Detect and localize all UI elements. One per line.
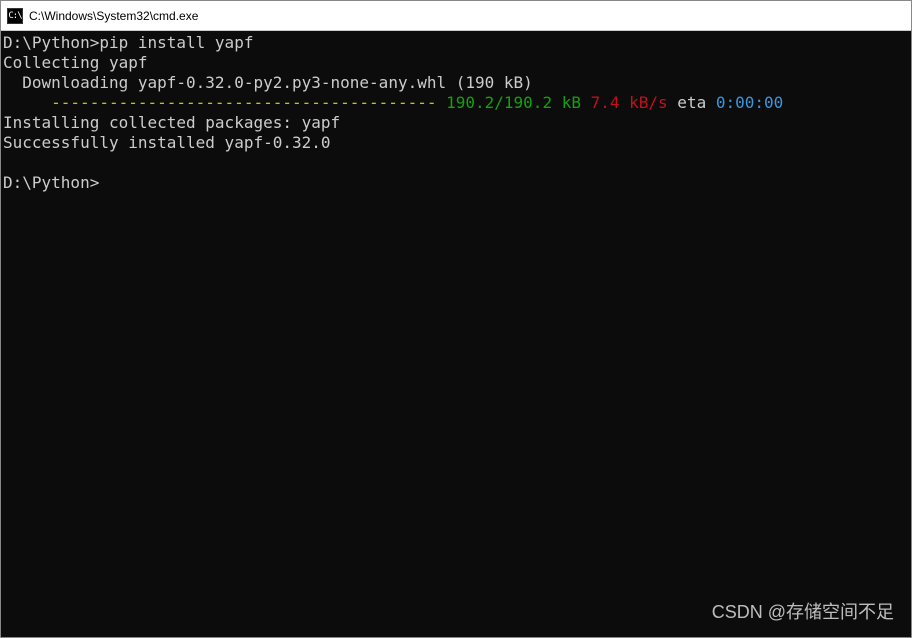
progress-size: 190.2/190.2 kB — [446, 93, 581, 112]
progress-eta-label: eta — [668, 93, 716, 112]
output-installing: Installing collected packages: yapf — [3, 113, 909, 133]
window-title: C:\Windows\System32\cmd.exe — [29, 9, 198, 23]
blank-line — [3, 153, 909, 173]
titlebar[interactable]: C:\ C:\Windows\System32\cmd.exe — [1, 1, 911, 31]
progress-bar: ---------------------------------------- — [51, 93, 446, 112]
output-collecting: Collecting yapf — [3, 53, 909, 73]
terminal-output[interactable]: D:\Python>pip install yapfCollecting yap… — [1, 31, 911, 637]
prompt: D:\Python> — [3, 173, 99, 192]
cmd-window: C:\ C:\Windows\System32\cmd.exe D:\Pytho… — [0, 0, 912, 638]
progress-line: ----------------------------------------… — [3, 93, 909, 113]
prompt: D:\Python> — [3, 33, 99, 52]
cmd-icon: C:\ — [7, 8, 23, 24]
command-text: pip install yapf — [99, 33, 253, 52]
progress-speed: 7.4 kB/s — [581, 93, 668, 112]
output-success: Successfully installed yapf-0.32.0 — [3, 133, 909, 153]
progress-eta-time: 0:00:00 — [716, 93, 783, 112]
output-downloading: Downloading yapf-0.32.0-py2.py3-none-any… — [3, 73, 909, 93]
